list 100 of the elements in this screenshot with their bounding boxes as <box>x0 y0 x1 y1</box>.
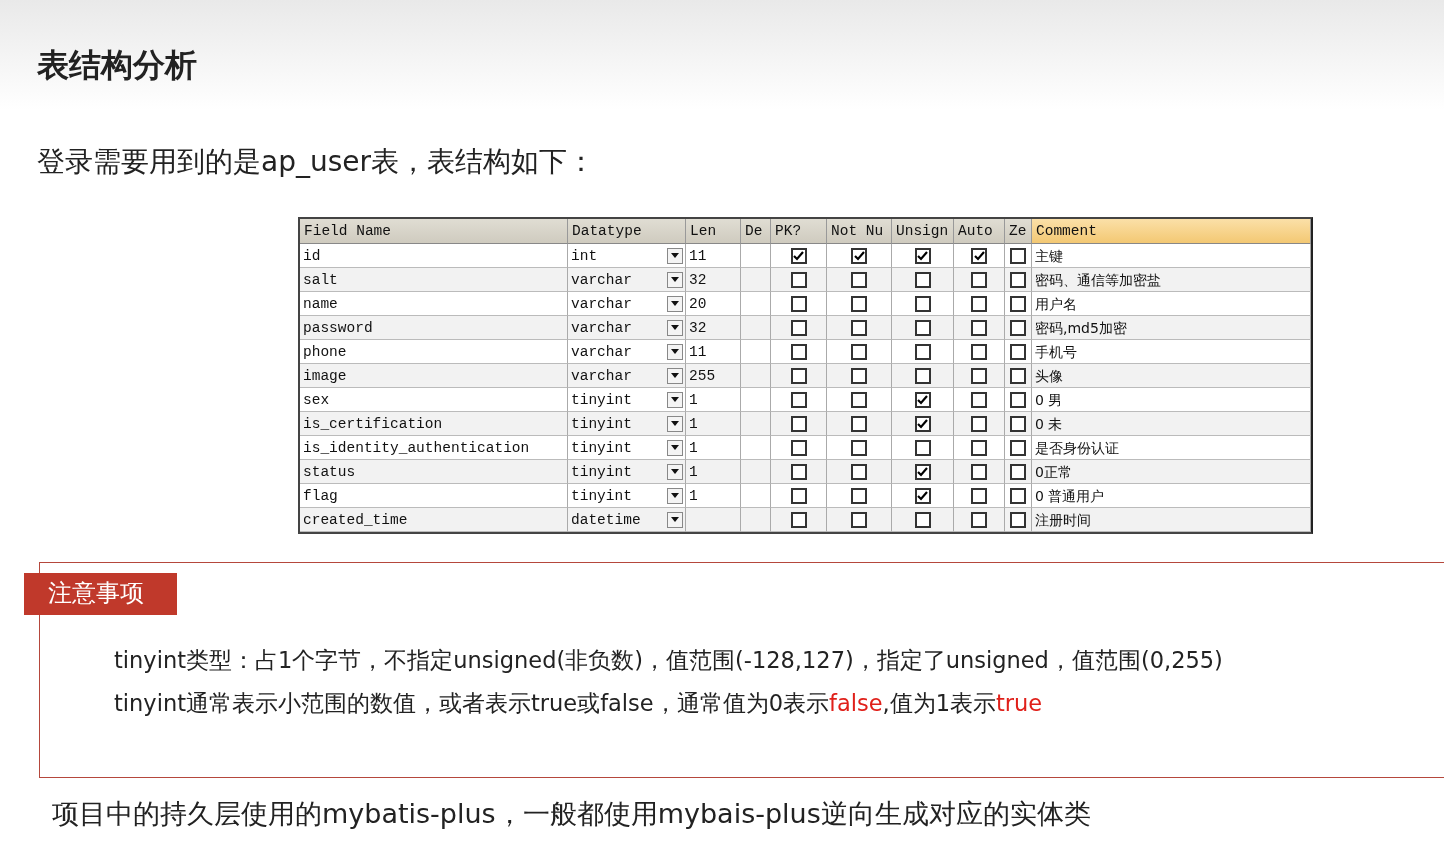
caret-icon <box>671 493 679 498</box>
notice-label: 注意事项 <box>24 573 177 615</box>
table-cell-text: 手机号 <box>1035 342 1077 362</box>
table-cell-text: 密码,md5加密 <box>1035 318 1127 338</box>
table-cell-text: tinyint <box>571 486 632 506</box>
checkbox[interactable] <box>790 343 807 360</box>
dropdown-button[interactable] <box>667 487 683 504</box>
table-cell-text: 注册时间 <box>1035 510 1091 530</box>
checkbox[interactable] <box>971 511 987 528</box>
checkbox[interactable] <box>851 391 867 408</box>
checkbox[interactable] <box>971 367 987 384</box>
dropdown-button[interactable] <box>667 295 683 312</box>
checkbox[interactable] <box>971 439 987 456</box>
checkbox[interactable] <box>914 247 931 264</box>
dropdown-button[interactable] <box>667 247 683 264</box>
checkbox[interactable] <box>914 415 931 432</box>
checkbox[interactable] <box>790 247 807 264</box>
checkbox[interactable] <box>790 391 807 408</box>
checkbox[interactable] <box>851 271 867 288</box>
checkbox[interactable] <box>851 415 867 432</box>
dropdown-button[interactable] <box>667 391 683 408</box>
table-cell: 32 <box>686 268 741 292</box>
checkbox[interactable] <box>1010 319 1026 336</box>
column-header: Len <box>686 219 741 244</box>
checkbox[interactable] <box>851 247 867 264</box>
checkbox[interactable] <box>790 487 807 504</box>
checkbox[interactable] <box>790 319 807 336</box>
dropdown-button[interactable] <box>667 319 683 336</box>
checkbox[interactable] <box>971 295 987 312</box>
checkbox[interactable] <box>790 511 807 528</box>
table-cell-text: varchar <box>571 366 632 386</box>
checkbox[interactable] <box>790 367 807 384</box>
checkbox[interactable] <box>851 487 867 504</box>
checkbox[interactable] <box>914 295 931 312</box>
checkbox[interactable] <box>1010 367 1026 384</box>
checkbox[interactable] <box>790 415 807 432</box>
checkbox[interactable] <box>1010 439 1026 456</box>
checkbox[interactable] <box>971 343 987 360</box>
checkbox[interactable] <box>851 295 867 312</box>
caret-icon <box>671 325 679 330</box>
table-cell-text: 0 普通用户 <box>1035 486 1105 506</box>
table-cell-text: tinyint <box>571 414 632 434</box>
checkbox[interactable] <box>851 511 867 528</box>
checkbox[interactable] <box>971 391 987 408</box>
checkbox[interactable] <box>914 487 931 504</box>
caret-icon <box>671 301 679 306</box>
checkbox[interactable] <box>790 271 807 288</box>
checkbox[interactable] <box>790 295 807 312</box>
dropdown-button[interactable] <box>667 415 683 432</box>
dropdown-button[interactable] <box>667 367 683 384</box>
checkbox[interactable] <box>1010 271 1026 288</box>
table-cell-text: 0 男 <box>1035 390 1063 410</box>
checkbox[interactable] <box>914 511 931 528</box>
dropdown-button[interactable] <box>667 439 683 456</box>
checkbox[interactable] <box>1010 247 1026 264</box>
checkbox[interactable] <box>971 271 987 288</box>
column-header: Comment <box>1032 219 1311 244</box>
checkbox[interactable] <box>1010 463 1026 480</box>
table-cell: is_certification <box>300 412 568 436</box>
checkbox[interactable] <box>914 367 931 384</box>
checkbox[interactable] <box>851 343 867 360</box>
checkbox[interactable] <box>790 439 807 456</box>
checkbox[interactable] <box>851 439 867 456</box>
intro-text: 登录需要用到的是ap_user表，表结构如下： <box>37 144 596 180</box>
checkbox[interactable] <box>971 319 987 336</box>
checkbox[interactable] <box>851 367 867 384</box>
checkbox[interactable] <box>914 463 931 480</box>
checkbox[interactable] <box>914 439 931 456</box>
dropdown-button[interactable] <box>667 271 683 288</box>
dropdown-button[interactable] <box>667 463 683 480</box>
checkbox[interactable] <box>914 391 931 408</box>
checkbox[interactable] <box>1010 415 1026 432</box>
column-header: Field Name <box>300 219 568 244</box>
table-cell-text: 头像 <box>1035 366 1063 386</box>
note-text: tinyint通常表示小范围的数值，或者表示true或false，通常值为0表示false,值为1表示true <box>114 689 1044 718</box>
checkbox[interactable] <box>1010 391 1026 408</box>
slide-title: 表结构分析 <box>37 45 198 86</box>
dropdown-button[interactable] <box>667 511 683 528</box>
checkbox[interactable] <box>1010 343 1026 360</box>
checkbox[interactable] <box>971 487 987 504</box>
column-header: De <box>741 219 771 244</box>
table-cell: password <box>300 316 568 340</box>
table-cell-text: 0正常 <box>1035 462 1072 482</box>
caret-icon <box>671 421 679 426</box>
checkbox[interactable] <box>971 463 987 480</box>
table-cell-text: 0 未 <box>1035 414 1063 434</box>
table-cell: 255 <box>686 364 741 388</box>
checkbox[interactable] <box>851 463 867 480</box>
dropdown-button[interactable] <box>667 343 683 360</box>
checkbox[interactable] <box>1010 487 1026 504</box>
checkbox[interactable] <box>971 415 987 432</box>
checkbox[interactable] <box>914 319 931 336</box>
checkbox[interactable] <box>1010 295 1026 312</box>
table-cell: salt <box>300 268 568 292</box>
checkbox[interactable] <box>971 247 987 264</box>
checkbox[interactable] <box>790 463 807 480</box>
checkbox[interactable] <box>1010 511 1026 528</box>
checkbox[interactable] <box>914 271 931 288</box>
checkbox[interactable] <box>914 343 931 360</box>
checkbox[interactable] <box>851 319 867 336</box>
